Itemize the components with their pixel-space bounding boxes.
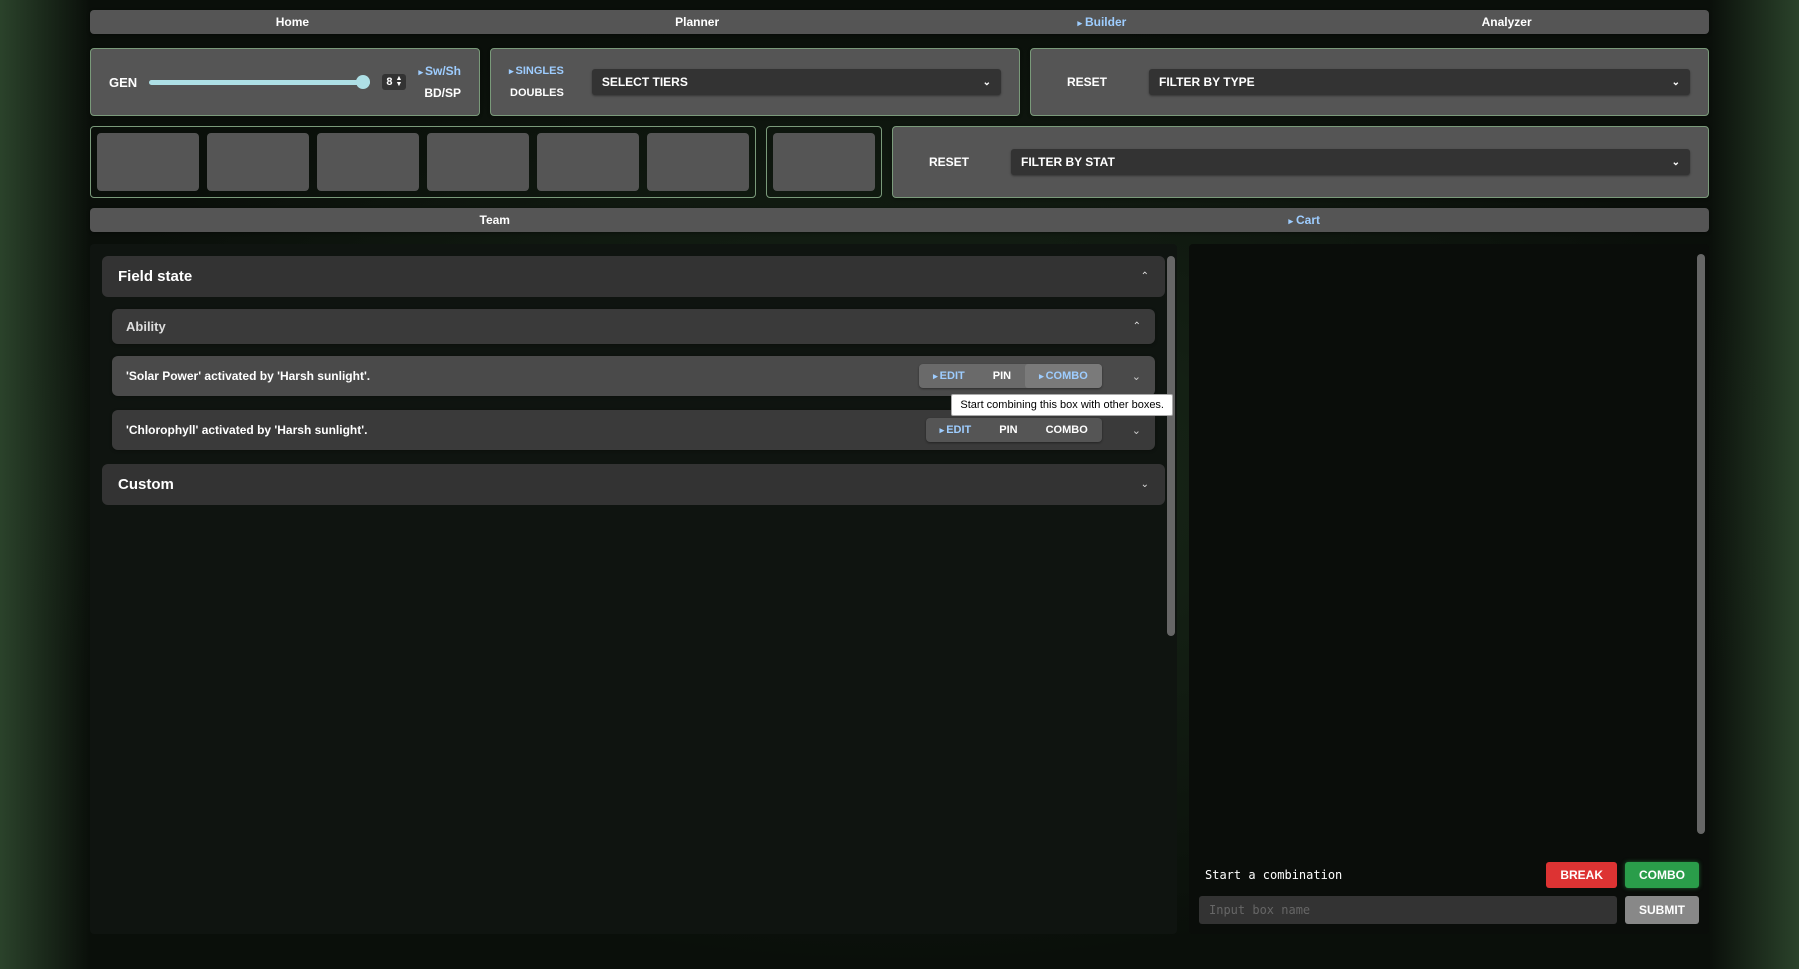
- chevron-down-icon: ⌄: [983, 77, 991, 88]
- cart-list: Field state ⌃ Ability ⌃ 'Solar Power' ac…: [90, 244, 1177, 934]
- edit-button[interactable]: EDIT: [926, 418, 986, 442]
- pin-button[interactable]: PIN: [985, 418, 1031, 442]
- entry-button-group: EDIT PIN COMBO: [919, 364, 1102, 388]
- filter-type-panel: RESET FILTER BY TYPE ⌄: [1030, 48, 1709, 116]
- team-slot-group-2: [766, 126, 882, 198]
- chevron-down-icon: ⌄: [1672, 77, 1680, 88]
- nav-analyzer[interactable]: Analyzer: [1304, 15, 1709, 29]
- gen-option-bdsp[interactable]: BD/SP: [424, 86, 461, 100]
- custom-title: Custom: [118, 476, 174, 493]
- pin-button[interactable]: PIN: [979, 364, 1025, 388]
- team-slot[interactable]: [97, 133, 199, 191]
- stepper-arrows-icon: ▲▼: [396, 76, 403, 88]
- nav-builder[interactable]: Builder: [900, 15, 1305, 29]
- team-slot-group-1: [90, 126, 756, 198]
- section-field-state[interactable]: Field state ⌃: [102, 256, 1165, 297]
- cart-entry: 'Chlorophyll' activated by 'Harsh sunlig…: [112, 410, 1155, 450]
- select-tiers-dropdown[interactable]: SELECT TIERS ⌄: [592, 69, 1001, 95]
- team-slot[interactable]: [537, 133, 639, 191]
- nav-home[interactable]: Home: [90, 15, 495, 29]
- reset-stat-button[interactable]: RESET: [911, 155, 987, 169]
- chevron-down-icon[interactable]: ⌄: [1132, 370, 1141, 383]
- chevron-up-icon: ⌃: [1133, 321, 1141, 332]
- section-custom[interactable]: Custom ⌄: [102, 464, 1165, 505]
- filter-type-dropdown[interactable]: FILTER BY TYPE ⌄: [1149, 69, 1690, 95]
- box-name-input[interactable]: [1199, 896, 1617, 924]
- combo-tooltip: Start combining this box with other boxe…: [951, 394, 1173, 416]
- gen-slider[interactable]: [149, 80, 370, 85]
- scrollbar[interactable]: [1167, 256, 1175, 636]
- submit-button[interactable]: SUBMIT: [1625, 896, 1699, 924]
- cart-entry: 'Solar Power' activated by 'Harsh sunlig…: [112, 356, 1155, 396]
- subnav-team[interactable]: Team: [90, 213, 900, 227]
- chevron-down-icon[interactable]: ⌄: [1132, 424, 1141, 437]
- combo-button[interactable]: COMBO: [1025, 364, 1102, 388]
- team-slot[interactable]: [317, 133, 419, 191]
- chevron-down-icon: ⌄: [1672, 157, 1680, 168]
- format-singles[interactable]: SINGLES: [509, 65, 564, 77]
- gen-panel: GEN 8 ▲▼ Sw/Sh BD/SP: [90, 48, 480, 116]
- entry-text: 'Solar Power' activated by 'Harsh sunlig…: [126, 369, 909, 383]
- team-slot[interactable]: [647, 133, 749, 191]
- filter-stat-dropdown[interactable]: FILTER BY STAT ⌄: [1011, 149, 1690, 175]
- nav-planner[interactable]: Planner: [495, 15, 900, 29]
- sub-nav: Team Cart: [90, 208, 1709, 232]
- field-state-title: Field state: [118, 268, 192, 285]
- combo-status-text: Start a combination: [1199, 868, 1538, 882]
- gen-value: 8: [386, 76, 392, 88]
- reset-type-button[interactable]: RESET: [1049, 75, 1125, 89]
- subsection-ability[interactable]: Ability ⌃: [112, 309, 1155, 344]
- team-slot[interactable]: [773, 133, 875, 191]
- filter-type-label: FILTER BY TYPE: [1159, 75, 1255, 89]
- format-doubles[interactable]: DOUBLES: [510, 87, 564, 99]
- combo-button[interactable]: COMBO: [1032, 418, 1102, 442]
- team-slot[interactable]: [207, 133, 309, 191]
- gen-label: GEN: [109, 75, 137, 90]
- filter-stat-panel: RESET FILTER BY STAT ⌄: [892, 126, 1709, 198]
- gen-option-swsh[interactable]: Sw/Sh: [418, 64, 461, 78]
- entry-button-group: EDIT PIN COMBO: [926, 418, 1102, 442]
- gen-slider-thumb[interactable]: [356, 75, 370, 89]
- chevron-down-icon: ⌄: [1141, 479, 1149, 490]
- combo-confirm-button[interactable]: COMBO: [1625, 862, 1699, 888]
- filter-stat-label: FILTER BY STAT: [1021, 155, 1115, 169]
- entry-text: 'Chlorophyll' activated by 'Harsh sunlig…: [126, 423, 916, 437]
- subnav-cart[interactable]: Cart: [900, 213, 1710, 227]
- team-slot[interactable]: [427, 133, 529, 191]
- tiers-label: SELECT TIERS: [602, 75, 688, 89]
- edit-button[interactable]: EDIT: [919, 364, 979, 388]
- chevron-up-icon: ⌃: [1141, 271, 1149, 282]
- gen-number-stepper[interactable]: 8 ▲▼: [382, 74, 406, 90]
- top-nav: Home Planner Builder Analyzer: [90, 10, 1709, 34]
- format-panel: SINGLES DOUBLES SELECT TIERS ⌄: [490, 48, 1020, 116]
- combo-panel: Start a combination BREAK COMBO SUBMIT: [1189, 244, 1709, 934]
- ability-title: Ability: [126, 319, 166, 334]
- scrollbar[interactable]: [1697, 254, 1705, 834]
- break-button[interactable]: BREAK: [1546, 862, 1617, 888]
